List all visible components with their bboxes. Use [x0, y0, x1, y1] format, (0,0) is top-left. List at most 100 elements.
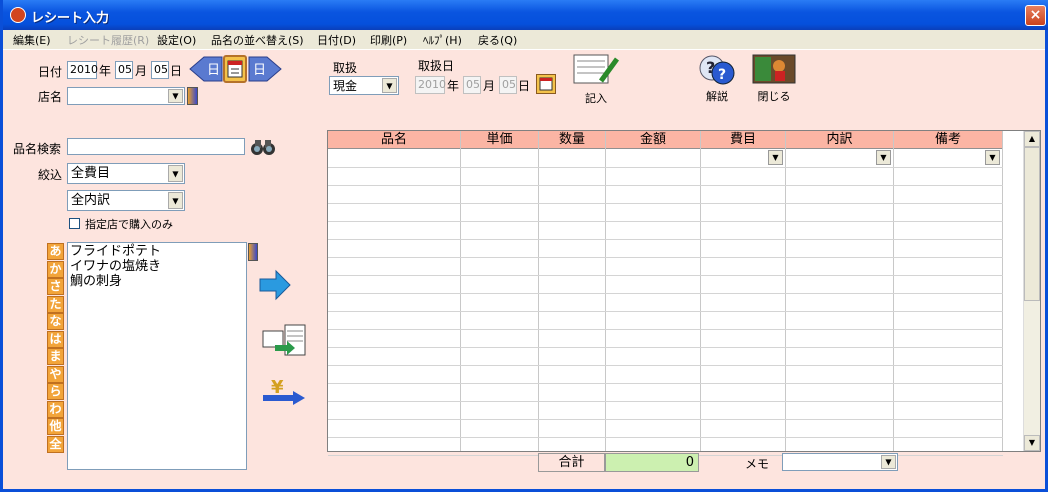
- table-row[interactable]: [328, 311, 1003, 312]
- next-day-button[interactable]: 日: [247, 55, 283, 83]
- record-button[interactable]: 記入: [571, 53, 621, 105]
- date-day-field[interactable]: 05: [151, 61, 169, 79]
- table-row[interactable]: [328, 419, 1003, 420]
- title-bar: レシート入力 ×: [3, 0, 1048, 30]
- handling-calendar-button[interactable]: [536, 74, 556, 94]
- table-row[interactable]: [328, 437, 1003, 438]
- chevron-down-icon[interactable]: [168, 89, 183, 103]
- menu-settings[interactable]: 設定(O): [157, 32, 196, 48]
- handling-month-field[interactable]: 05: [463, 76, 481, 94]
- table-row[interactable]: [328, 347, 1003, 348]
- date-day-unit: 日: [170, 64, 183, 78]
- price-input-button[interactable]: ¥: [261, 375, 307, 409]
- scroll-thumb[interactable]: [1024, 147, 1040, 301]
- table-row[interactable]: [328, 329, 1003, 330]
- chevron-down-icon[interactable]: [382, 78, 397, 93]
- scroll-down-icon[interactable]: ▼: [1024, 435, 1040, 451]
- transfer-items-button[interactable]: [261, 323, 307, 357]
- search-button[interactable]: [248, 136, 278, 158]
- list-item[interactable]: フライドポテト: [70, 244, 246, 259]
- item-list-options-button[interactable]: [248, 243, 258, 261]
- menu-back[interactable]: 戻る(Q): [478, 32, 517, 48]
- chevron-down-icon[interactable]: [881, 455, 896, 469]
- category-dropdown-icon[interactable]: ▼: [768, 150, 783, 165]
- svg-text:?: ?: [706, 58, 715, 77]
- handling-date-label: 取扱日: [418, 59, 455, 73]
- kana-tab[interactable]: わ: [47, 400, 64, 418]
- close-button[interactable]: 閉じる: [751, 53, 797, 103]
- search-label: 品名検索: [13, 142, 62, 156]
- grid-scrollbar[interactable]: ▲ ▼: [1023, 131, 1040, 451]
- add-item-button[interactable]: [258, 268, 292, 302]
- store-select[interactable]: [67, 87, 185, 105]
- memo-select[interactable]: [782, 453, 898, 471]
- kana-tab[interactable]: 他: [47, 418, 64, 435]
- prev-day-button[interactable]: 日: [188, 55, 224, 83]
- grid-column: [461, 131, 539, 451]
- table-row[interactable]: [328, 293, 1003, 294]
- category-filter-value: 全費目: [71, 166, 111, 181]
- kana-tab[interactable]: あ: [47, 243, 64, 260]
- store-list-button[interactable]: [187, 87, 198, 105]
- handling-select[interactable]: 現金: [329, 76, 399, 95]
- menu-help[interactable]: ﾍﾙﾌﾟ(H): [423, 32, 462, 48]
- date-label: 日付: [38, 65, 63, 79]
- search-input[interactable]: [67, 138, 245, 155]
- chevron-down-icon[interactable]: [168, 192, 183, 209]
- menu-edit[interactable]: 編集(E): [13, 32, 51, 48]
- total-label: 合計: [538, 453, 605, 472]
- kana-tab[interactable]: さ: [47, 278, 64, 295]
- handling-month-unit: 月: [483, 79, 496, 93]
- list-item[interactable]: 鯛の刺身: [70, 274, 246, 289]
- menu-sort-items[interactable]: 品名の並べ替え(S): [211, 32, 304, 48]
- kana-tab[interactable]: ら: [47, 383, 64, 400]
- grid-column: [539, 131, 606, 451]
- menu-date[interactable]: 日付(D): [317, 32, 356, 48]
- item-list[interactable]: フライドポテト イワナの塩焼き 鯛の刺身: [67, 242, 247, 470]
- table-row[interactable]: [328, 185, 1003, 186]
- category-filter-select[interactable]: 全費目: [67, 163, 185, 184]
- kana-tab[interactable]: た: [47, 295, 64, 313]
- breakdown-dropdown-icon[interactable]: ▼: [876, 150, 891, 165]
- kana-tab[interactable]: は: [47, 330, 64, 348]
- table-row[interactable]: [328, 275, 1003, 276]
- menu-print[interactable]: 印刷(P): [370, 32, 407, 48]
- client-area: 日付 2010 年 05 月 05 日 日 日 店名 取扱 現金 取扱日 201…: [3, 50, 1045, 489]
- handling-year-unit: 年: [447, 79, 460, 93]
- exit-door-icon: [752, 54, 796, 84]
- kana-tab[interactable]: ま: [47, 348, 64, 365]
- menu-receipt-history[interactable]: レシート履歴(R): [67, 32, 149, 48]
- handling-year-field[interactable]: 2010: [415, 76, 446, 94]
- receipt-entry-window: レシート入力 × 編集(E) レシート履歴(R) 設定(O) 品名の並べ替え(S…: [0, 0, 1048, 492]
- kana-tab[interactable]: 全: [47, 435, 64, 453]
- table-row[interactable]: [328, 401, 1003, 402]
- handling-day-field[interactable]: 05: [499, 76, 517, 94]
- table-row[interactable]: [328, 203, 1003, 204]
- handling-label: 取扱: [333, 61, 358, 75]
- receipt-grid[interactable]: 品名 単価 数量 金額 費目 内訳 備考 ▼ ▼ ▼ ▲ ▼: [327, 130, 1041, 456]
- scroll-up-icon[interactable]: ▲: [1024, 131, 1040, 147]
- list-item[interactable]: イワナの塩焼き: [70, 259, 246, 274]
- grid-column: [786, 131, 894, 451]
- next-day-label: 日: [253, 63, 266, 78]
- table-row[interactable]: [328, 221, 1003, 222]
- kana-tab[interactable]: か: [47, 260, 64, 278]
- table-row[interactable]: [328, 257, 1003, 258]
- kana-tab[interactable]: な: [47, 313, 64, 330]
- store-only-checkbox[interactable]: [69, 218, 80, 229]
- table-row[interactable]: [328, 383, 1003, 384]
- table-row[interactable]: [328, 365, 1003, 366]
- date-month-field[interactable]: 05: [115, 61, 133, 79]
- date-year-field[interactable]: 2010: [67, 61, 98, 79]
- help-button[interactable]: ?? 解説: [695, 53, 739, 103]
- detail-filter-select[interactable]: 全内訳: [67, 190, 185, 211]
- chevron-down-icon[interactable]: [168, 165, 183, 182]
- remarks-dropdown-icon[interactable]: ▼: [985, 150, 1000, 165]
- calendar-button[interactable]: [223, 55, 247, 83]
- store-only-label: 指定店で購入のみ: [85, 218, 173, 231]
- table-row[interactable]: [328, 167, 1003, 168]
- app-icon: [10, 7, 26, 23]
- kana-tab[interactable]: や: [47, 365, 64, 383]
- table-row[interactable]: [328, 239, 1003, 240]
- close-window-button[interactable]: ×: [1025, 5, 1046, 26]
